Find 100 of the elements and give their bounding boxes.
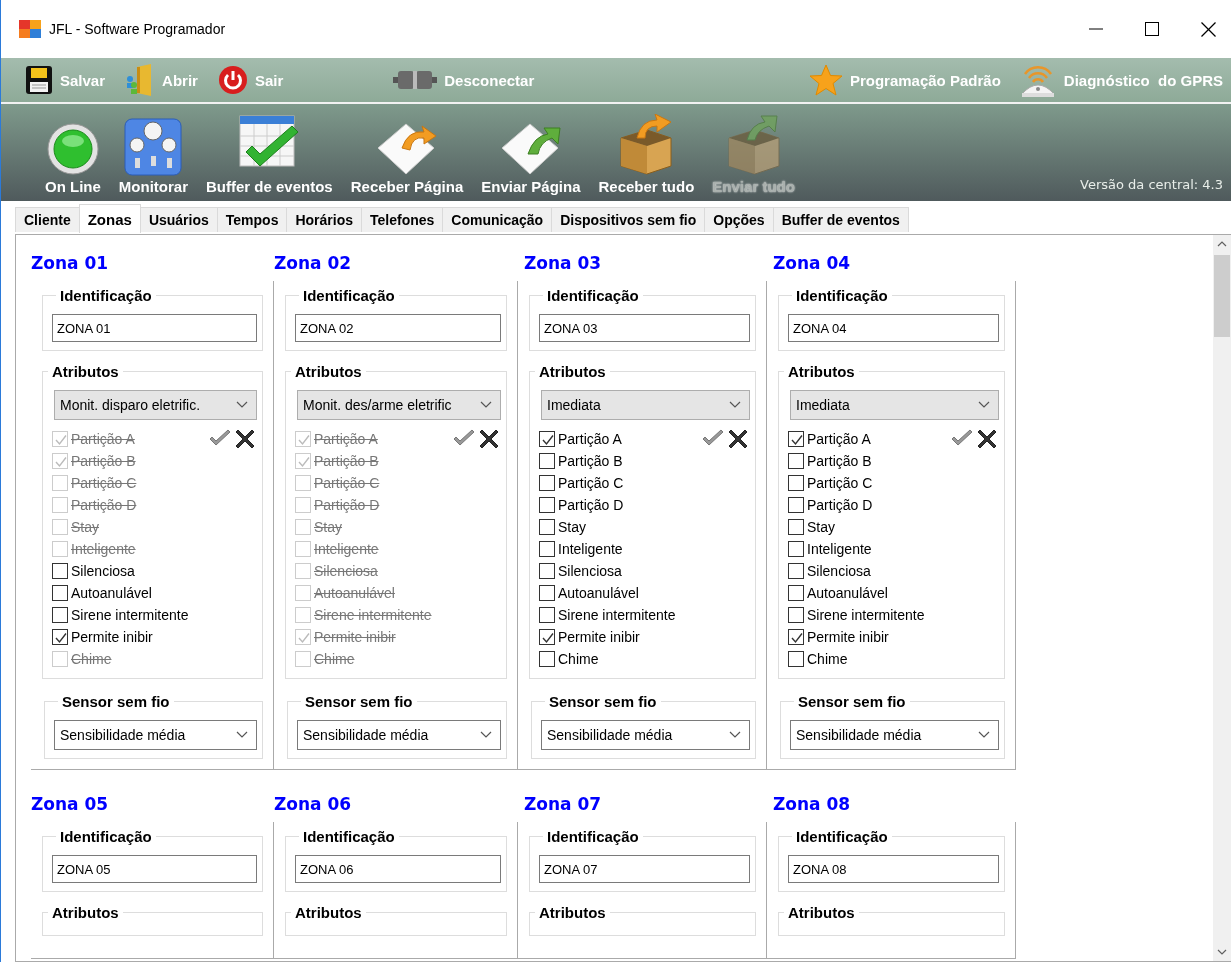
checkbox-label: Inteligente bbox=[314, 541, 379, 557]
plug-icon bbox=[393, 69, 438, 91]
checkbox[interactable] bbox=[788, 563, 804, 579]
tab[interactable]: Buffer de eventos bbox=[772, 207, 909, 232]
checkbox[interactable] bbox=[788, 497, 804, 513]
checkbox-label: Partição B bbox=[558, 453, 623, 469]
checkbox[interactable] bbox=[52, 585, 68, 601]
checkbox[interactable] bbox=[539, 563, 555, 579]
checkbox[interactable] bbox=[539, 431, 555, 447]
input-field[interactable]: ZONA 07 bbox=[539, 855, 750, 883]
scrollbar-thumb[interactable] bbox=[1214, 255, 1230, 337]
checkbox[interactable] bbox=[788, 629, 804, 645]
scroll-up-icon[interactable] bbox=[1217, 241, 1227, 247]
group-label: Identificação bbox=[546, 828, 640, 845]
input-field[interactable]: ZONA 01 bbox=[52, 314, 257, 342]
zone-title: Zona 02 bbox=[274, 252, 353, 275]
checkbox[interactable] bbox=[539, 629, 555, 645]
checkbox[interactable] bbox=[788, 453, 804, 469]
tab[interactable]: Cliente bbox=[15, 207, 80, 232]
group-label: Atributos bbox=[51, 904, 120, 921]
checkmark-icon[interactable] bbox=[208, 429, 232, 447]
tab[interactable]: Zonas bbox=[78, 204, 141, 233]
tab[interactable]: Horários bbox=[286, 207, 362, 232]
checkbox[interactable] bbox=[788, 541, 804, 557]
checkbox[interactable] bbox=[788, 651, 804, 667]
checkbox[interactable] bbox=[52, 563, 68, 579]
checkbox[interactable] bbox=[539, 497, 555, 513]
ribbon-button[interactable]: On Line bbox=[41, 107, 105, 201]
group-label: Atributos bbox=[51, 363, 120, 380]
checkbox[interactable] bbox=[539, 607, 555, 623]
scroll-down-icon[interactable] bbox=[1217, 949, 1227, 955]
checkbox-label: Inteligente bbox=[71, 541, 136, 557]
dropdown[interactable]: Sensibilidade média bbox=[790, 720, 999, 750]
checkbox[interactable] bbox=[788, 607, 804, 623]
group-label: Sensor sem fio bbox=[797, 693, 907, 710]
ribbon-button[interactable]: Receber tudo bbox=[594, 107, 699, 201]
group-label: Atributos bbox=[538, 363, 607, 380]
checkbox[interactable] bbox=[52, 629, 68, 645]
tab[interactable]: Telefones bbox=[361, 207, 444, 232]
x-mark-icon[interactable] bbox=[479, 429, 499, 449]
tab[interactable]: Usuários bbox=[139, 207, 218, 232]
checkbox-label: Permite inibir bbox=[558, 629, 640, 645]
group-label: Sensor sem fio bbox=[61, 693, 171, 710]
x-mark-icon[interactable] bbox=[728, 429, 748, 449]
dropdown[interactable]: Monit. des/arme eletrific bbox=[297, 390, 501, 420]
dropdown[interactable]: Imediata bbox=[541, 390, 750, 420]
group-label: Identificação bbox=[59, 287, 153, 304]
checkbox[interactable] bbox=[52, 607, 68, 623]
checkbox-label: Chime bbox=[71, 651, 112, 667]
input-field[interactable]: ZONA 08 bbox=[788, 855, 999, 883]
input-field[interactable]: ZONA 02 bbox=[295, 314, 501, 342]
checkbox[interactable] bbox=[539, 475, 555, 491]
input-field[interactable]: ZONA 03 bbox=[539, 314, 750, 342]
checkbox[interactable] bbox=[788, 475, 804, 491]
checkbox[interactable] bbox=[539, 541, 555, 557]
x-mark-icon[interactable] bbox=[235, 429, 255, 449]
checkbox[interactable] bbox=[788, 519, 804, 535]
x-mark-icon[interactable] bbox=[977, 429, 997, 449]
ribbon-button[interactable]: Monitorar bbox=[114, 107, 192, 201]
input-field[interactable]: ZONA 06 bbox=[295, 855, 501, 883]
checkbox[interactable] bbox=[539, 453, 555, 469]
tab[interactable]: Dispositivos sem fio bbox=[551, 207, 706, 232]
checkmark-icon[interactable] bbox=[452, 429, 476, 447]
checkbox-label: Partição B bbox=[807, 453, 872, 469]
checkbox[interactable] bbox=[539, 651, 555, 667]
dropdown[interactable]: Sensibilidade média bbox=[54, 720, 257, 750]
checkmark-icon[interactable] bbox=[701, 429, 725, 447]
checkbox-label: Sirene intermitente bbox=[807, 607, 925, 623]
ribbon-button[interactable]: Receber Página bbox=[346, 107, 468, 201]
dropdown[interactable]: Sensibilidade média bbox=[297, 720, 501, 750]
checkbox-label: Partição A bbox=[314, 431, 378, 447]
input-field[interactable]: ZONA 05 bbox=[52, 855, 257, 883]
checkmark-icon bbox=[53, 630, 67, 644]
tab[interactable]: Comunicação bbox=[442, 207, 553, 232]
dropdown[interactable]: Imediata bbox=[790, 390, 999, 420]
checkbox-label: Silenciosa bbox=[71, 563, 135, 579]
dropdown[interactable]: Sensibilidade média bbox=[541, 720, 750, 750]
checkbox-label: Partição A bbox=[71, 431, 135, 447]
scrollbar[interactable] bbox=[1213, 235, 1231, 961]
ribbon-button[interactable]: Buffer de eventos bbox=[202, 107, 337, 201]
checkbox[interactable] bbox=[788, 431, 804, 447]
checkmark-icon[interactable] bbox=[950, 429, 974, 447]
dropdown[interactable]: Monit. disparo eletrific. bbox=[54, 390, 257, 420]
checkmark-icon bbox=[540, 630, 554, 644]
ribbon-button[interactable]: Enviar Página bbox=[477, 107, 585, 201]
checkbox[interactable] bbox=[539, 585, 555, 601]
tab[interactable]: Opções bbox=[704, 207, 774, 232]
checkbox[interactable] bbox=[788, 585, 804, 601]
checkmark-icon bbox=[296, 630, 310, 644]
tab[interactable]: Tempos bbox=[216, 207, 288, 232]
input-field[interactable]: ZONA 04 bbox=[788, 314, 999, 342]
checkbox-label: Partição C bbox=[314, 475, 380, 491]
close-icon bbox=[1200, 21, 1216, 37]
checkbox-label: Partição A bbox=[807, 431, 871, 447]
checkmark-icon bbox=[789, 432, 803, 446]
group-label: Identificação bbox=[795, 828, 889, 845]
checkbox[interactable] bbox=[539, 519, 555, 535]
checkbox-label: Partição D bbox=[314, 497, 380, 513]
checkbox-label: Permite inibir bbox=[807, 629, 889, 645]
checkbox-label: Partição C bbox=[558, 475, 624, 491]
